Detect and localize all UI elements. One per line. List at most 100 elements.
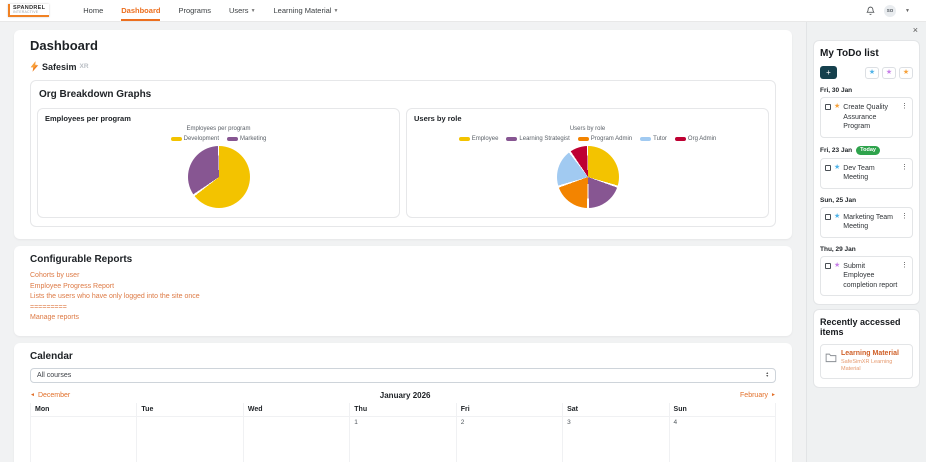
- nav-item-label: Dashboard: [121, 6, 161, 15]
- nav-item-label: Users: [228, 6, 249, 15]
- day-number: 2: [460, 418, 465, 426]
- todo-block: My ToDo list + ★ ★ ★ Fri, 30 Jan ★ Create Qu…: [813, 40, 920, 305]
- nav-item-programs[interactable]: Programs: [178, 0, 211, 21]
- todo-item-marketing-team-meeting[interactable]: ★ Marketing Team Meeting ⋮: [820, 206, 913, 238]
- add-todo-button[interactable]: +: [820, 66, 837, 79]
- weekday-header-mon: Mon: [29, 402, 138, 417]
- legend-item-learning-strategist[interactable]: Learning Strategist: [506, 136, 570, 142]
- nav-item-dashboard[interactable]: Dashboard: [121, 0, 161, 21]
- todo-groups: Fri, 30 Jan ★ Create Quality Assurance Pro…: [820, 87, 913, 296]
- weekday-header-sat: Sat: [562, 402, 670, 417]
- main-content: Dashboard Safesim XR Org Breakdown Graph…: [0, 22, 806, 462]
- chart-title: Users by role: [569, 126, 606, 132]
- todo-title: My ToDo list: [820, 48, 879, 59]
- configurable-reports-card: Configurable Reports Cohorts by user Empl…: [14, 246, 792, 336]
- prev-arrow-icon: ◄: [30, 392, 35, 398]
- calendar-grid: MonTueWedThuFriSatSun1234567891011: [29, 402, 777, 462]
- pie-chart-users-by-role: [556, 146, 619, 208]
- dashboard-header-card: Dashboard Safesim XR Org Breakdown Graph…: [14, 30, 792, 239]
- safesim-brand: Safesim XR: [30, 61, 776, 72]
- select-arrows-icon: ▲ ▼: [765, 371, 769, 378]
- legend-item-program-admin[interactable]: Program Admin: [577, 136, 632, 142]
- user-menu-chevron-down-icon[interactable]: ▼: [905, 8, 910, 14]
- report-link-manage-reports[interactable]: Manage reports: [30, 313, 776, 324]
- todo-date-header: Sun, 25 Jan: [820, 197, 913, 204]
- legend-item-tutor[interactable]: Tutor: [640, 136, 667, 142]
- calendar-day-4[interactable]: 4: [668, 415, 777, 462]
- legend-label: Employee: [471, 136, 499, 142]
- recent-items: Learning Material SafeSimXR Learning Mate…: [820, 344, 913, 379]
- star-icon: ★: [868, 68, 876, 76]
- chevron-down-icon: ▼: [250, 7, 256, 14]
- todo-checkbox[interactable]: [825, 213, 831, 220]
- calendar-day-3[interactable]: 3: [562, 415, 670, 462]
- orange-star-filter-button[interactable]: ★: [899, 66, 913, 79]
- recent-item-texts: Learning Material SafeSimXR Learning Mate…: [841, 350, 908, 373]
- recent-item-learning-material[interactable]: Learning Material SafeSimXR Learning Mate…: [820, 344, 913, 379]
- kebab-menu-icon[interactable]: ⋮: [901, 262, 908, 270]
- calendar-day-empty: [136, 415, 244, 462]
- weekday-header-fri: Fri: [455, 402, 564, 417]
- brand-suffix: XR: [79, 63, 89, 70]
- calendar-day-1[interactable]: 1: [349, 415, 457, 462]
- course-filter-select[interactable]: All courses ▲ ▼: [30, 367, 776, 383]
- todo-date-header: Thu, 29 Jan: [820, 246, 913, 253]
- todo-checkbox[interactable]: [825, 262, 831, 269]
- report-link-[interactable]: =========: [30, 303, 776, 314]
- todo-checkbox[interactable]: [825, 164, 831, 171]
- blue-star-filter-button[interactable]: ★: [865, 66, 879, 79]
- prev-month-link[interactable]: ◄ December: [30, 392, 70, 399]
- legend-item-org-admin[interactable]: Org Admin: [674, 136, 716, 142]
- legend-item-employee[interactable]: Employee: [458, 136, 499, 142]
- todo-date-header: Fri, 30 Jan: [820, 87, 913, 94]
- calendar-card: Calendar All courses ▲ ▼ ◄ December Janua…: [14, 342, 792, 462]
- report-link-lists-the-users-who-have-only-logged-into-the-site-once[interactable]: Lists the users who have only logged int…: [30, 292, 776, 303]
- nav-item-label: Learning Material: [273, 6, 332, 15]
- todo-date-label: Fri, 30 Jan: [820, 87, 853, 94]
- todo-checkbox[interactable]: [825, 104, 831, 110]
- calendar-day-2[interactable]: 2: [455, 415, 564, 462]
- kebab-menu-icon[interactable]: ⋮: [901, 213, 908, 221]
- safesim-bolt-icon: [30, 61, 39, 72]
- legend-swatch: [577, 136, 589, 142]
- recently-accessed-title: Recently accessed items: [820, 317, 901, 337]
- notifications-bell-icon[interactable]: [866, 6, 875, 16]
- purple-star-filter-button[interactable]: ★: [882, 66, 896, 79]
- legend-item-marketing[interactable]: Marketing: [227, 136, 266, 142]
- spandrel-logo[interactable]: SPANDREL INTERACTIVE: [8, 3, 50, 18]
- report-link-employee-progress-report[interactable]: Employee Progress Report: [30, 282, 776, 293]
- todo-item-create-quality-assurance-program[interactable]: ★ Create Quality Assurance Program ⋮: [820, 97, 913, 138]
- calendar-month-nav: ◄ December January 2026 February ►: [30, 391, 776, 400]
- todo-item-dev-team-meeting[interactable]: ★ Dev Team Meeting ⋮: [820, 157, 913, 189]
- weekday-header-wed: Wed: [242, 402, 351, 417]
- nav-item-home[interactable]: Home: [83, 0, 103, 21]
- weekday-header-tue: Tue: [136, 402, 244, 417]
- star-icon: ★: [834, 103, 841, 110]
- todo-item-text: Marketing Team Meeting: [843, 213, 893, 231]
- brand-name: Safesim: [42, 61, 77, 72]
- right-drawer: × My ToDo list + ★ ★ ★ Fri, 30 Jan ★ Create …: [806, 22, 926, 462]
- close-drawer-icon[interactable]: ×: [813, 25, 920, 36]
- legend-item-development[interactable]: Development: [170, 136, 219, 142]
- legend-swatch: [674, 136, 686, 142]
- legend-label: Development: [183, 136, 219, 142]
- user-avatar[interactable]: SO: [884, 4, 897, 17]
- todo-star-filters: ★ ★ ★: [865, 66, 913, 79]
- legend-label: Tutor: [653, 136, 667, 142]
- nav-item-users[interactable]: Users ▼: [229, 0, 256, 21]
- kebab-menu-icon[interactable]: ⋮: [901, 103, 908, 111]
- star-icon: ★: [834, 212, 841, 220]
- nav-item-learning-material[interactable]: Learning Material ▼: [274, 0, 339, 21]
- todo-date-label: Fri, 23 Jan: [820, 146, 853, 154]
- org-breakdown-section: Org Breakdown Graphs Employees per progr…: [30, 80, 776, 227]
- todo-controls: + ★ ★ ★: [820, 66, 913, 79]
- todo-item-text: Create Quality Assurance Program: [843, 104, 889, 130]
- todo-item-submit-employee-completion-report[interactable]: ★ Submit Employee completion report ⋮: [820, 255, 913, 296]
- charts-row: Employees per program Employees per progr…: [37, 108, 769, 218]
- logo-subtext: INTERACTIVE: [13, 9, 39, 14]
- kebab-menu-icon[interactable]: ⋮: [901, 164, 908, 172]
- current-month-label: January 2026: [379, 390, 431, 400]
- star-icon: ★: [834, 261, 841, 269]
- next-month-link[interactable]: February ►: [740, 392, 776, 399]
- report-link-cohorts-by-user[interactable]: Cohorts by user: [30, 271, 776, 282]
